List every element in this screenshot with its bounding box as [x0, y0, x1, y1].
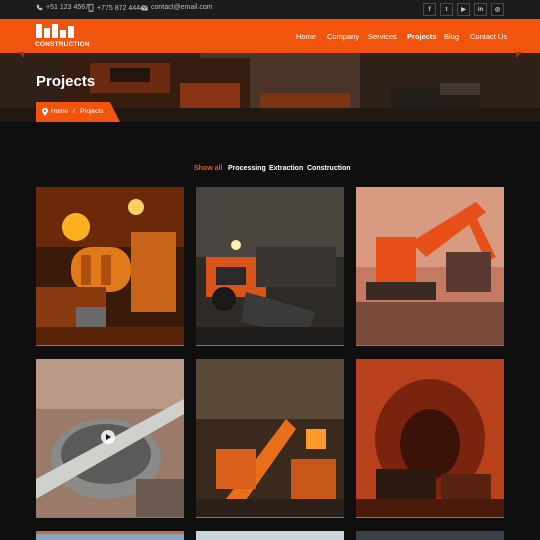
excavator-image: [356, 187, 504, 346]
project-card-underground-loader[interactable]: [196, 187, 344, 346]
nav-blog[interactable]: Blog: [444, 32, 459, 41]
card-accent-line: [36, 517, 184, 518]
mining-drill-rig-image: [196, 359, 344, 518]
tunnel-machine-image: [356, 359, 504, 518]
card-accent-line: [356, 517, 504, 518]
nav-contact-us[interactable]: Contact Us: [470, 32, 507, 41]
project-image-partial: [36, 531, 184, 540]
project-card-tunnel-machine[interactable]: [356, 359, 504, 518]
nav-left-fold: [18, 52, 24, 58]
project-image-partial: [356, 531, 504, 540]
breadcrumb: [36, 102, 120, 122]
phone-icon: [36, 4, 43, 11]
brand-name[interactable]: CONSTRUCTION: [35, 41, 90, 48]
email-address[interactable]: contact@email.com: [151, 4, 213, 11]
filter-extraction[interactable]: Extraction: [269, 165, 303, 172]
project-card-excavator[interactable]: [356, 187, 504, 346]
nav-services[interactable]: Services: [368, 32, 397, 41]
nav-projects[interactable]: Projects: [407, 32, 437, 41]
facebook-icon[interactable]: f: [423, 3, 436, 16]
card-accent-line: [356, 345, 504, 346]
card-accent-line: [196, 517, 344, 518]
processing-plant-image: [36, 187, 184, 346]
phone-number: +51 123 4567: [46, 4, 90, 11]
linkedin-icon[interactable]: in: [474, 3, 487, 16]
play-icon: [106, 434, 111, 440]
mobile-number: +775 872 4444: [97, 4, 144, 12]
filter-processing[interactable]: Processing: [228, 165, 266, 172]
mobile-icon: [88, 4, 94, 12]
project-card-processing-plant[interactable]: [36, 187, 184, 346]
nav-company[interactable]: Company: [327, 32, 359, 41]
twitter-icon[interactable]: t: [440, 3, 453, 16]
breadcrumb-home[interactable]: Home: [51, 108, 68, 115]
card-accent-line: [196, 345, 344, 346]
phone-contact: +51 123 4567: [36, 4, 89, 11]
project-image-partial: [196, 531, 344, 540]
nav-right-fold: [516, 52, 522, 58]
project-card-row3-2[interactable]: [196, 531, 344, 540]
mobile-contact: +775 872 4444: [88, 4, 144, 12]
breadcrumb-current: Projects: [80, 108, 104, 115]
project-card-row3-3[interactable]: [356, 531, 504, 540]
card-accent-line: [36, 345, 184, 346]
instagram-icon[interactable]: ◎: [491, 3, 504, 16]
email-icon: [141, 4, 148, 10]
email-contact[interactable]: contact@email.com: [141, 4, 213, 11]
youtube-icon[interactable]: ▶: [457, 3, 470, 16]
play-video-button[interactable]: [101, 430, 115, 444]
underground-loader-image: [196, 187, 344, 346]
breadcrumb-separator: /: [73, 108, 75, 115]
filter-show-all[interactable]: Show all: [194, 165, 222, 172]
project-card-row3-1[interactable]: [36, 531, 184, 540]
project-card-drill-rig[interactable]: [196, 359, 344, 518]
location-pin-icon: [42, 108, 48, 116]
nav-home[interactable]: Home: [296, 32, 316, 41]
page-title: Projects: [36, 73, 96, 90]
filter-construction[interactable]: Construction: [307, 165, 351, 172]
